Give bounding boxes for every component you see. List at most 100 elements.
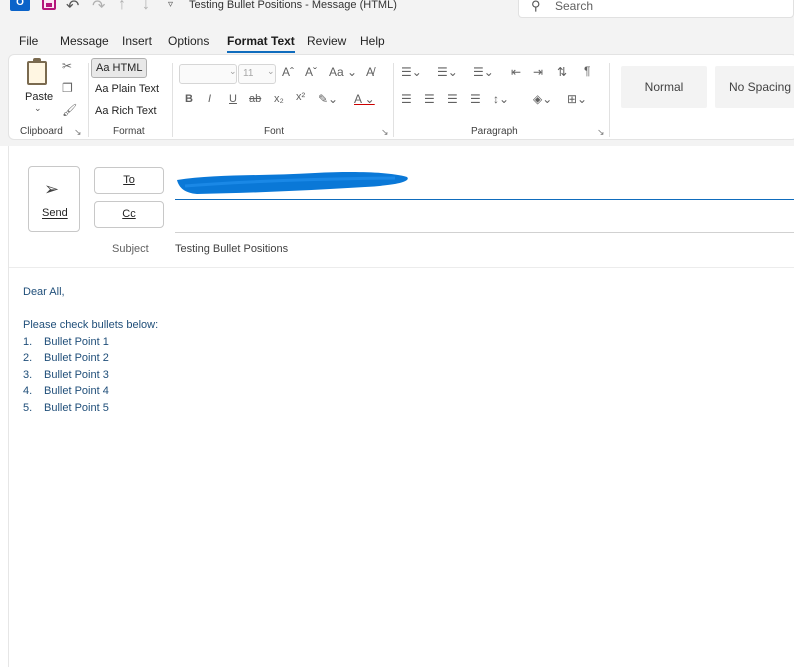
- to-button[interactable]: To: [94, 167, 164, 194]
- strikethrough-icon[interactable]: ab: [249, 93, 261, 105]
- list-item: 5. Bullet Point 5: [23, 400, 158, 417]
- decrease-indent-icon[interactable]: ⇤: [511, 65, 521, 79]
- clipboard-group-label: Clipboard: [20, 126, 63, 137]
- chevron-down-icon: ⌄: [267, 66, 275, 76]
- divider: [9, 267, 794, 268]
- send-label: Send: [42, 207, 68, 219]
- line-spacing-icon[interactable]: ↕⌄: [493, 92, 509, 106]
- increase-indent-icon[interactable]: ⇥: [533, 65, 543, 79]
- list-number: 1.: [23, 335, 33, 348]
- cc-field[interactable]: [175, 208, 794, 233]
- list-item: 2. Bullet Point 2: [23, 350, 158, 367]
- tab-review[interactable]: Review: [307, 34, 346, 48]
- format-painter-icon[interactable]: 🖌: [62, 103, 77, 117]
- tab-insert[interactable]: Insert: [122, 34, 152, 48]
- multilevel-list-icon[interactable]: ☰⌄: [473, 65, 494, 79]
- tab-message[interactable]: Message: [60, 34, 109, 48]
- list-item: 1. Bullet Point 1: [23, 334, 158, 351]
- title-bar: O ↶ ↷ ↑ ↓ ▿ Testing Bullet Positions - M…: [0, 0, 794, 28]
- grow-font-icon[interactable]: Aˆ: [282, 65, 294, 79]
- shrink-font-icon[interactable]: Aˇ: [305, 65, 317, 79]
- subscript-icon[interactable]: x₂: [274, 93, 284, 105]
- cc-label: Cc: [122, 208, 136, 220]
- chevron-down-icon: ⌄: [229, 66, 237, 76]
- change-case-icon[interactable]: Aa ⌄: [329, 65, 357, 79]
- message-body[interactable]: Dear All, Please check bullets below: 1.…: [23, 284, 158, 416]
- list-item-text: Bullet Point 3: [44, 368, 109, 381]
- paragraph-launcher-icon[interactable]: ↘: [597, 127, 605, 138]
- style-normal[interactable]: Normal: [621, 66, 707, 108]
- subject-label: Subject: [112, 243, 149, 255]
- align-left-icon[interactable]: ☰: [401, 92, 412, 106]
- list-item-text: Bullet Point 4: [44, 385, 109, 398]
- font-color-icon[interactable]: A ⌄: [354, 92, 375, 106]
- ribbon: Paste ⌄ ✂ ❐ 🖌 Clipboard ↘ Aa HTML Aa Pla…: [8, 54, 794, 140]
- chevron-down-icon: ⌄: [34, 103, 42, 113]
- divider: [172, 63, 173, 137]
- format-plain-text-button[interactable]: Aa Plain Text: [91, 80, 163, 100]
- font-group-label: Font: [264, 126, 285, 137]
- divider: [88, 63, 89, 137]
- next-item-icon[interactable]: ↓: [142, 0, 150, 14]
- previous-item-icon[interactable]: ↑: [118, 0, 126, 14]
- redo-icon[interactable]: ↷: [92, 0, 105, 16]
- paste-button[interactable]: Paste ⌄: [19, 58, 55, 115]
- divider: [393, 63, 394, 137]
- list-item-text: Bullet Point 1: [44, 335, 109, 348]
- list-number: 5.: [23, 401, 33, 414]
- numbering-icon[interactable]: ☰⌄: [437, 65, 458, 79]
- format-rich-text-button[interactable]: Aa Rich Text: [91, 102, 161, 122]
- sort-icon[interactable]: ⇅: [557, 65, 567, 79]
- tab-format-text[interactable]: Format Text: [227, 34, 295, 53]
- compose-area: ➢ Send To Cc Subject Testing Bullet Posi…: [8, 146, 794, 667]
- bullets-icon[interactable]: ☰⌄: [401, 65, 422, 79]
- borders-icon[interactable]: ⊞⌄: [567, 92, 587, 106]
- list-number: 3.: [23, 368, 33, 381]
- tab-options[interactable]: Options: [168, 34, 209, 48]
- subject-input[interactable]: Testing Bullet Positions: [175, 243, 288, 255]
- cut-icon[interactable]: ✂: [62, 59, 72, 73]
- search-box[interactable]: ⚲ Search: [518, 0, 794, 18]
- format-html-button[interactable]: Aa HTML: [91, 58, 148, 78]
- list-item-text: Bullet Point 2: [44, 352, 109, 365]
- font-size-value: 11: [243, 68, 254, 79]
- show-paragraph-marks-icon[interactable]: ¶: [584, 64, 590, 78]
- tab-help[interactable]: Help: [360, 34, 385, 48]
- undo-icon[interactable]: ↶: [66, 0, 79, 16]
- bold-icon[interactable]: B: [185, 93, 193, 105]
- paragraph-group-label: Paragraph: [471, 126, 518, 137]
- align-center-icon[interactable]: ☰: [424, 92, 435, 106]
- clear-formatting-icon[interactable]: A̸: [366, 65, 374, 79]
- outlook-app-icon: O: [10, 0, 30, 11]
- italic-icon[interactable]: I: [208, 93, 211, 105]
- list-item-text: Bullet Point 5: [44, 401, 109, 414]
- superscript-icon[interactable]: x²: [296, 91, 305, 103]
- search-icon: ⚲: [531, 0, 541, 13]
- font-launcher-icon[interactable]: ↘: [381, 127, 389, 138]
- style-no-spacing[interactable]: No Spacing: [715, 66, 794, 108]
- format-group-label: Format: [113, 126, 145, 137]
- tab-file[interactable]: File: [19, 34, 38, 48]
- customize-toolbar-icon[interactable]: ▿: [168, 0, 173, 10]
- highlight-color-icon[interactable]: ✎⌄: [318, 92, 338, 106]
- list-number: 4.: [23, 385, 33, 398]
- send-button[interactable]: ➢ Send: [28, 166, 80, 232]
- to-field[interactable]: [175, 172, 794, 200]
- underline-icon[interactable]: U: [229, 93, 237, 105]
- send-icon: ➢: [44, 179, 60, 199]
- intro-text: Please check bullets below:: [23, 319, 159, 331]
- window-title: Testing Bullet Positions - Message (HTML…: [189, 0, 397, 11]
- shading-icon[interactable]: ◈⌄: [533, 92, 552, 106]
- copy-icon[interactable]: ❐: [62, 81, 73, 95]
- save-icon[interactable]: [42, 0, 56, 10]
- menu-bar: File Message Insert Options Format Text …: [0, 28, 794, 54]
- clipboard-launcher-icon[interactable]: ↘: [74, 127, 82, 138]
- divider: [609, 63, 610, 137]
- justify-icon[interactable]: ☰: [470, 92, 481, 106]
- list-item: 3. Bullet Point 3: [23, 367, 158, 384]
- cc-button[interactable]: Cc: [94, 201, 164, 228]
- list-item: 4. Bullet Point 4: [23, 383, 158, 400]
- align-right-icon[interactable]: ☰: [447, 92, 458, 106]
- greeting-text: Dear All,: [23, 286, 65, 298]
